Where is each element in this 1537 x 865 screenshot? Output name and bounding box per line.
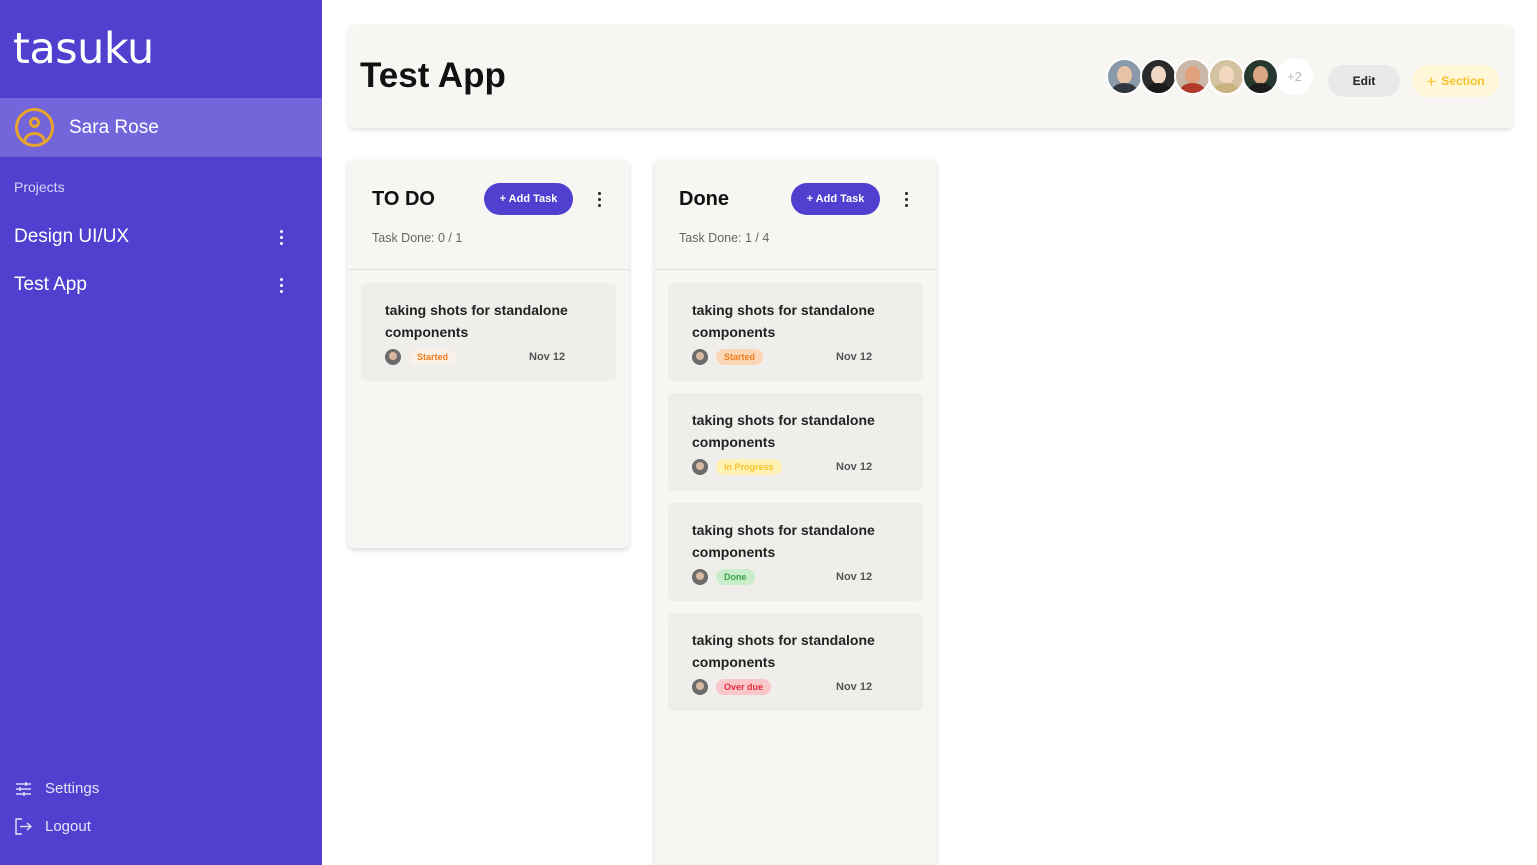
sidebar-item-label: Test App [14, 274, 87, 295]
status-badge: Started [409, 349, 457, 365]
edit-button[interactable]: Edit [1328, 65, 1400, 97]
member-avatar[interactable] [1174, 58, 1211, 95]
projects-heading: Projects [14, 179, 65, 195]
user-profile[interactable]: Sara Rose [0, 98, 322, 157]
settings-label: Settings [45, 780, 100, 797]
assignee-avatar [692, 679, 708, 695]
add-section-label: Section [1441, 74, 1485, 88]
assignee-avatar [692, 459, 708, 475]
column-done: Done + Add Task Task Done: 1 / 4 taking … [655, 160, 936, 865]
logout-icon [15, 818, 32, 835]
assignee-avatar [692, 569, 708, 585]
sidebar-item-label: Design UI/UX [14, 226, 130, 247]
task-date: Nov 12 [836, 461, 873, 473]
status-badge: In Progress [716, 459, 782, 475]
column-options-icon[interactable] [901, 192, 911, 207]
task-date: Nov 12 [529, 351, 566, 363]
column-header: Done + Add Task Task Done: 1 / 4 [655, 160, 936, 270]
member-avatars[interactable]: +2 [1106, 58, 1313, 95]
task-title: taking shots for standalone components [692, 632, 875, 670]
task-done-count: Task Done: 0 / 1 [372, 231, 463, 245]
more-options-icon[interactable] [276, 229, 286, 245]
column-title: TO DO [372, 188, 435, 210]
member-avatar[interactable] [1140, 58, 1177, 95]
column-title: Done [679, 188, 729, 210]
assignee-avatar [385, 349, 401, 365]
settings-sliders-icon [16, 781, 31, 796]
status-badge: Started [716, 349, 764, 365]
column-todo: TO DO + Add Task Task Done: 0 / 1 taking… [348, 160, 629, 548]
task-card[interactable]: taking shots for standalone components S… [361, 283, 616, 381]
sidebar-item-test-app[interactable]: Test App [14, 270, 286, 300]
task-date: Nov 12 [836, 351, 873, 363]
logout-link[interactable]: Logout [15, 818, 91, 835]
task-title: taking shots for standalone components [692, 302, 875, 340]
user-name: Sara Rose [69, 116, 159, 138]
status-badge: Over due [716, 679, 772, 695]
plus-icon: + [1426, 71, 1437, 91]
add-section-button[interactable]: + Section [1412, 65, 1499, 97]
assignee-avatar [692, 349, 708, 365]
more-options-icon[interactable] [276, 277, 286, 293]
page-title: Test App [360, 56, 506, 95]
user-avatar-icon [15, 108, 54, 147]
sidebar: tasuku Sara Rose Projects Design UI/UX T… [0, 0, 322, 865]
status-badge: Done [716, 569, 755, 585]
task-card[interactable]: taking shots for standalone components D… [668, 503, 923, 601]
more-members-count[interactable]: +2 [1276, 58, 1313, 95]
task-title: taking shots for standalone components [692, 522, 875, 560]
task-title: taking shots for standalone components [385, 302, 568, 340]
app-logo[interactable]: tasuku [13, 24, 154, 74]
member-avatar[interactable] [1242, 58, 1279, 95]
task-card[interactable]: taking shots for standalone components O… [668, 613, 923, 711]
task-date: Nov 12 [836, 681, 873, 693]
settings-link[interactable]: Settings [15, 780, 99, 797]
task-card[interactable]: taking shots for standalone components S… [668, 283, 923, 381]
column-options-icon[interactable] [594, 192, 604, 207]
member-avatar[interactable] [1208, 58, 1245, 95]
add-task-button[interactable]: + Add Task [484, 183, 573, 215]
sidebar-item-design-ui-ux[interactable]: Design UI/UX [14, 222, 286, 252]
project-header: Test App +2 Edit + Section [348, 25, 1513, 128]
column-header: TO DO + Add Task Task Done: 0 / 1 [348, 160, 629, 270]
task-date: Nov 12 [836, 571, 873, 583]
add-task-button[interactable]: + Add Task [791, 183, 880, 215]
task-title: taking shots for standalone components [692, 412, 875, 450]
member-avatar[interactable] [1106, 58, 1143, 95]
logout-label: Logout [45, 818, 91, 835]
task-card[interactable]: taking shots for standalone components I… [668, 393, 923, 491]
task-done-count: Task Done: 1 / 4 [679, 231, 770, 245]
